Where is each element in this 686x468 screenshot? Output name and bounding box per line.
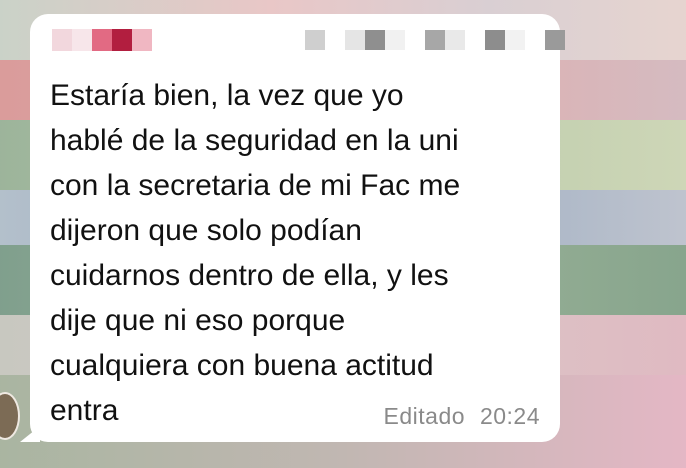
sender-name-redacted[interactable] <box>52 29 152 51</box>
sender-info-redacted <box>305 30 565 50</box>
redaction-pixel <box>112 29 132 51</box>
message-bubble[interactable]: Estaría bien, la vez que yo hablé de la … <box>30 14 565 442</box>
redaction-pixel <box>132 29 152 51</box>
redaction-pixel <box>72 29 92 51</box>
edited-label: Editado <box>383 403 466 429</box>
message-meta: Editado 20:24 <box>384 403 540 430</box>
redaction-pixel <box>92 29 112 51</box>
redaction-pixel <box>52 29 72 51</box>
message-time: 20:24 <box>479 403 540 429</box>
message-text: Estaría bien, la vez que yo hablé de la … <box>50 79 461 427</box>
